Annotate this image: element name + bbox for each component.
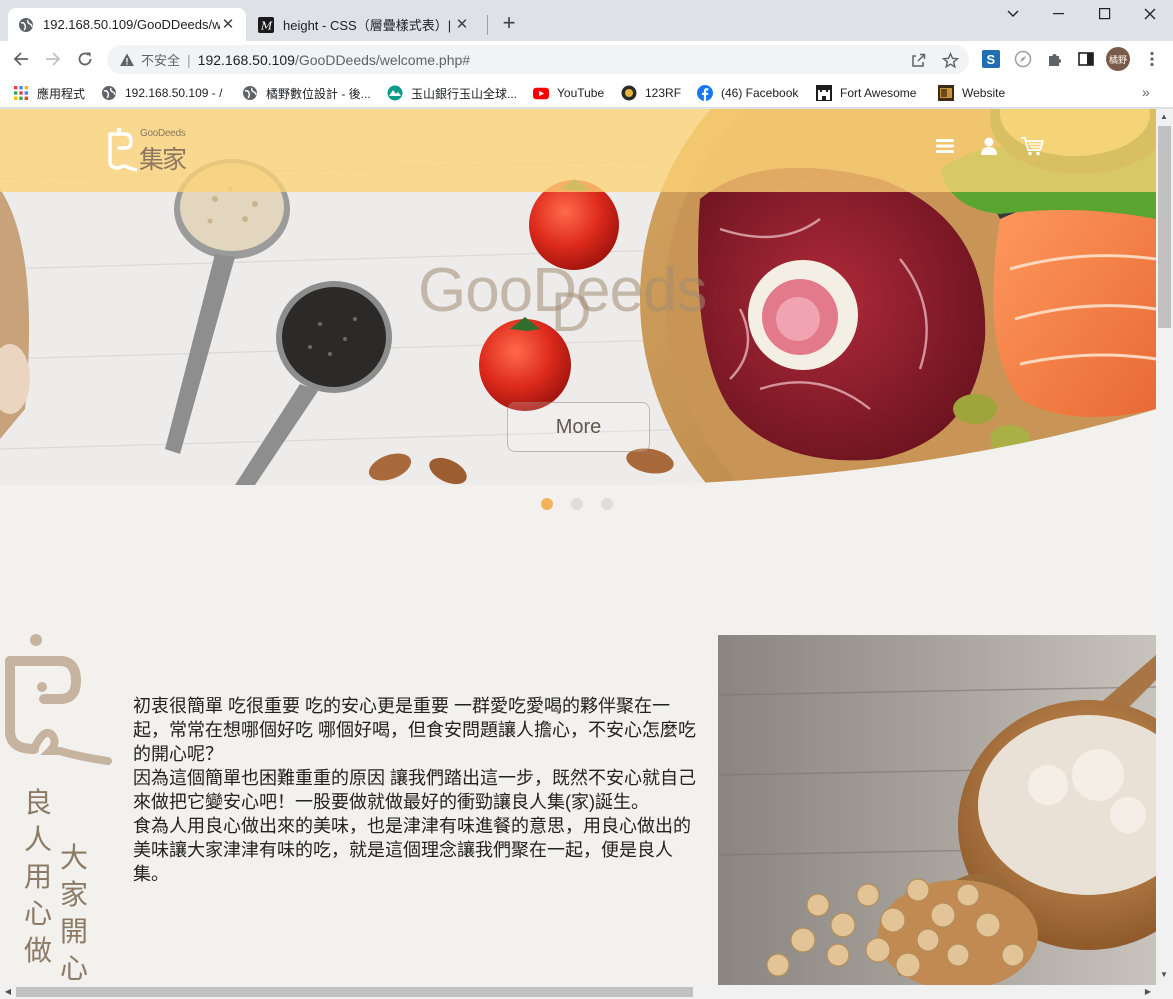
share-icon[interactable] — [909, 51, 927, 69]
more-menu-icon[interactable] — [1142, 49, 1162, 69]
tab-search-icon[interactable] — [990, 0, 1036, 28]
scroll-up-arrow-icon[interactable]: ▲ — [1158, 111, 1170, 123]
vertical-scrollbar[interactable]: ▲ ▼ — [1156, 109, 1173, 985]
bookmark-label: Fort Awesome — [840, 86, 917, 100]
globe-icon — [242, 85, 258, 101]
back-icon[interactable] — [7, 45, 35, 73]
bookmark-youtube[interactable]: YouTube — [533, 83, 604, 103]
bookmark-facebook[interactable]: (46) Facebook — [697, 83, 798, 103]
hero-title-accent: D — [551, 280, 592, 343]
tab-strip: 192.168.50.109/GooDDeeds/we ✕ M height -… — [0, 0, 1173, 41]
security-label[interactable]: 不安全 — [141, 50, 180, 69]
bookmark-label: 玉山銀行玉山全球... — [411, 86, 518, 101]
tab-active[interactable]: 192.168.50.109/GooDDeeds/we ✕ — [8, 8, 246, 41]
carousel-dot-3[interactable] — [601, 498, 613, 510]
hamburger-menu-icon[interactable] — [932, 133, 958, 159]
bookmark-label: (46) Facebook — [721, 86, 799, 100]
svg-text:M: M — [260, 19, 273, 32]
horizontal-scrollbar[interactable]: ◀ ▶ — [0, 985, 1173, 999]
profile-avatar[interactable]: 橘野 — [1106, 47, 1130, 71]
scroll-down-arrow-icon[interactable]: ▼ — [1158, 969, 1170, 981]
url-host: 192.168.50.109 — [197, 51, 295, 68]
logo-mark-icon — [108, 128, 137, 172]
bookmark-label: 192.168.50.109 - / — [125, 86, 223, 100]
esun-bank-icon — [387, 85, 403, 101]
tab-title: height - CSS（層疊樣式表）| M — [283, 18, 454, 33]
close-tab-icon[interactable]: ✕ — [220, 16, 236, 33]
globe-icon — [101, 85, 117, 101]
slogan-column-2: 大家開心 — [59, 842, 88, 984]
site-header: GooDeeds 集家 — [0, 109, 1156, 192]
bookmark-apps[interactable]: 應用程式 — [13, 83, 85, 103]
facebook-icon — [697, 85, 713, 101]
s-extension-icon[interactable]: S — [981, 49, 1001, 69]
bookmark-esun-bank[interactable]: 玉山銀行玉山全球... — [387, 83, 517, 103]
bookmark-label: Website — [962, 86, 1006, 100]
scroll-right-arrow-icon[interactable]: ▶ — [1142, 986, 1154, 998]
logo-english-text: GooDeeds — [140, 128, 186, 139]
bookmark-website[interactable]: Website — [938, 83, 1005, 103]
close-window-icon[interactable] — [1127, 0, 1173, 28]
carousel-dot-1[interactable] — [541, 498, 553, 510]
compass-extension-icon[interactable] — [1013, 49, 1033, 69]
bookmark-local-server[interactable]: 192.168.50.109 - / — [101, 83, 222, 103]
hero-carousel: GooDeeds 集家 GooDeeds D More — [0, 109, 1156, 485]
about-text-block: 初衷很簡單 吃很重要 吃的安心更是重要 一群愛吃愛喝的夥伴聚在一起，常常在想哪個… — [133, 694, 698, 886]
close-tab-icon[interactable]: ✕ — [454, 16, 470, 33]
page-viewport: GooDeeds 集家 GooDeeds D More 良人用心做 大家開心 初… — [0, 109, 1156, 985]
shopping-cart-icon[interactable] — [1019, 133, 1045, 159]
omnibox-divider: | — [187, 51, 191, 68]
new-tab-button[interactable]: + — [497, 12, 521, 36]
about-paragraph-3: 食為人用良心做出來的美味，也是津津有味進餐的意思，用良心做出的美味讓大家津津有味… — [133, 816, 691, 884]
bookmark-label: YouTube — [557, 86, 605, 100]
website-icon — [938, 85, 954, 101]
site-logo[interactable]: GooDeeds 集家 — [107, 128, 191, 174]
fort-awesome-icon — [816, 85, 832, 101]
tab-divider — [487, 15, 488, 35]
svg-text:S: S — [987, 52, 996, 67]
logo-chinese-text: 集家 — [139, 145, 187, 174]
carousel-dot-2[interactable] — [571, 498, 583, 510]
extensions-puzzle-icon[interactable] — [1045, 49, 1065, 69]
flour-chickpea-image — [718, 635, 1156, 985]
youtube-icon — [533, 85, 549, 101]
vertical-scroll-thumb[interactable] — [1158, 126, 1171, 328]
bookmark-label: 123RF — [645, 86, 682, 100]
apps-grid-icon — [13, 85, 29, 101]
about-paragraph-1: 初衷很簡單 吃很重要 吃的安心更是重要 一群愛吃愛喝的夥伴聚在一起，常常在想哪個… — [133, 696, 696, 764]
warning-icon[interactable] — [119, 52, 135, 68]
carousel-indicators — [541, 498, 613, 510]
bookmark-fort-awesome[interactable]: Fort Awesome — [816, 83, 916, 103]
browser-toolbar: 不安全 | 192.168.50.109 /GooDDeeds/welcome.… — [0, 41, 1173, 78]
bookmark-star-icon[interactable] — [941, 51, 959, 69]
hero-more-button[interactable]: More — [507, 402, 650, 452]
bookmark-123rf[interactable]: 123RF — [621, 83, 681, 103]
maximize-icon[interactable] — [1082, 0, 1128, 28]
horizontal-scroll-thumb[interactable] — [16, 987, 693, 997]
side-panel-icon[interactable] — [1076, 49, 1096, 69]
tab-inactive[interactable]: M height - CSS（層疊樣式表）| M ✕ — [248, 8, 480, 41]
slogan-column-1: 良人用心做 — [23, 787, 52, 966]
bookmark-label: 應用程式 — [37, 86, 86, 101]
reload-icon[interactable] — [71, 45, 99, 73]
bookmarks-overflow-button[interactable]: » — [1142, 84, 1150, 100]
mdn-icon: M — [258, 16, 274, 33]
about-paragraph-2: 因為這個簡單也困難重重的原因 讓我們踏出這一步，既然不安心就自己來做把它變安心吧… — [133, 768, 696, 812]
url-path: /GooDDeeds/welcome.php# — [294, 51, 471, 68]
bookmarks-bar: 應用程式 192.168.50.109 - / 橘野數位設計 - 後... 玉山… — [0, 78, 1173, 108]
forward-icon[interactable] — [39, 45, 67, 73]
brand-mark-icon — [5, 634, 112, 765]
address-bar[interactable]: 不安全 | 192.168.50.109 /GooDDeeds/welcome.… — [107, 45, 969, 74]
globe-icon — [18, 17, 34, 33]
bookmark-label: 橘野數位設計 - 後... — [266, 86, 371, 101]
user-account-icon[interactable] — [976, 133, 1002, 159]
123rf-icon — [621, 85, 637, 101]
minimize-icon[interactable] — [1036, 0, 1082, 28]
bookmark-design-admin[interactable]: 橘野數位設計 - 後... — [242, 83, 371, 103]
tab-title: 192.168.50.109/GooDDeeds/we — [43, 17, 220, 32]
scroll-left-arrow-icon[interactable]: ◀ — [2, 986, 14, 998]
